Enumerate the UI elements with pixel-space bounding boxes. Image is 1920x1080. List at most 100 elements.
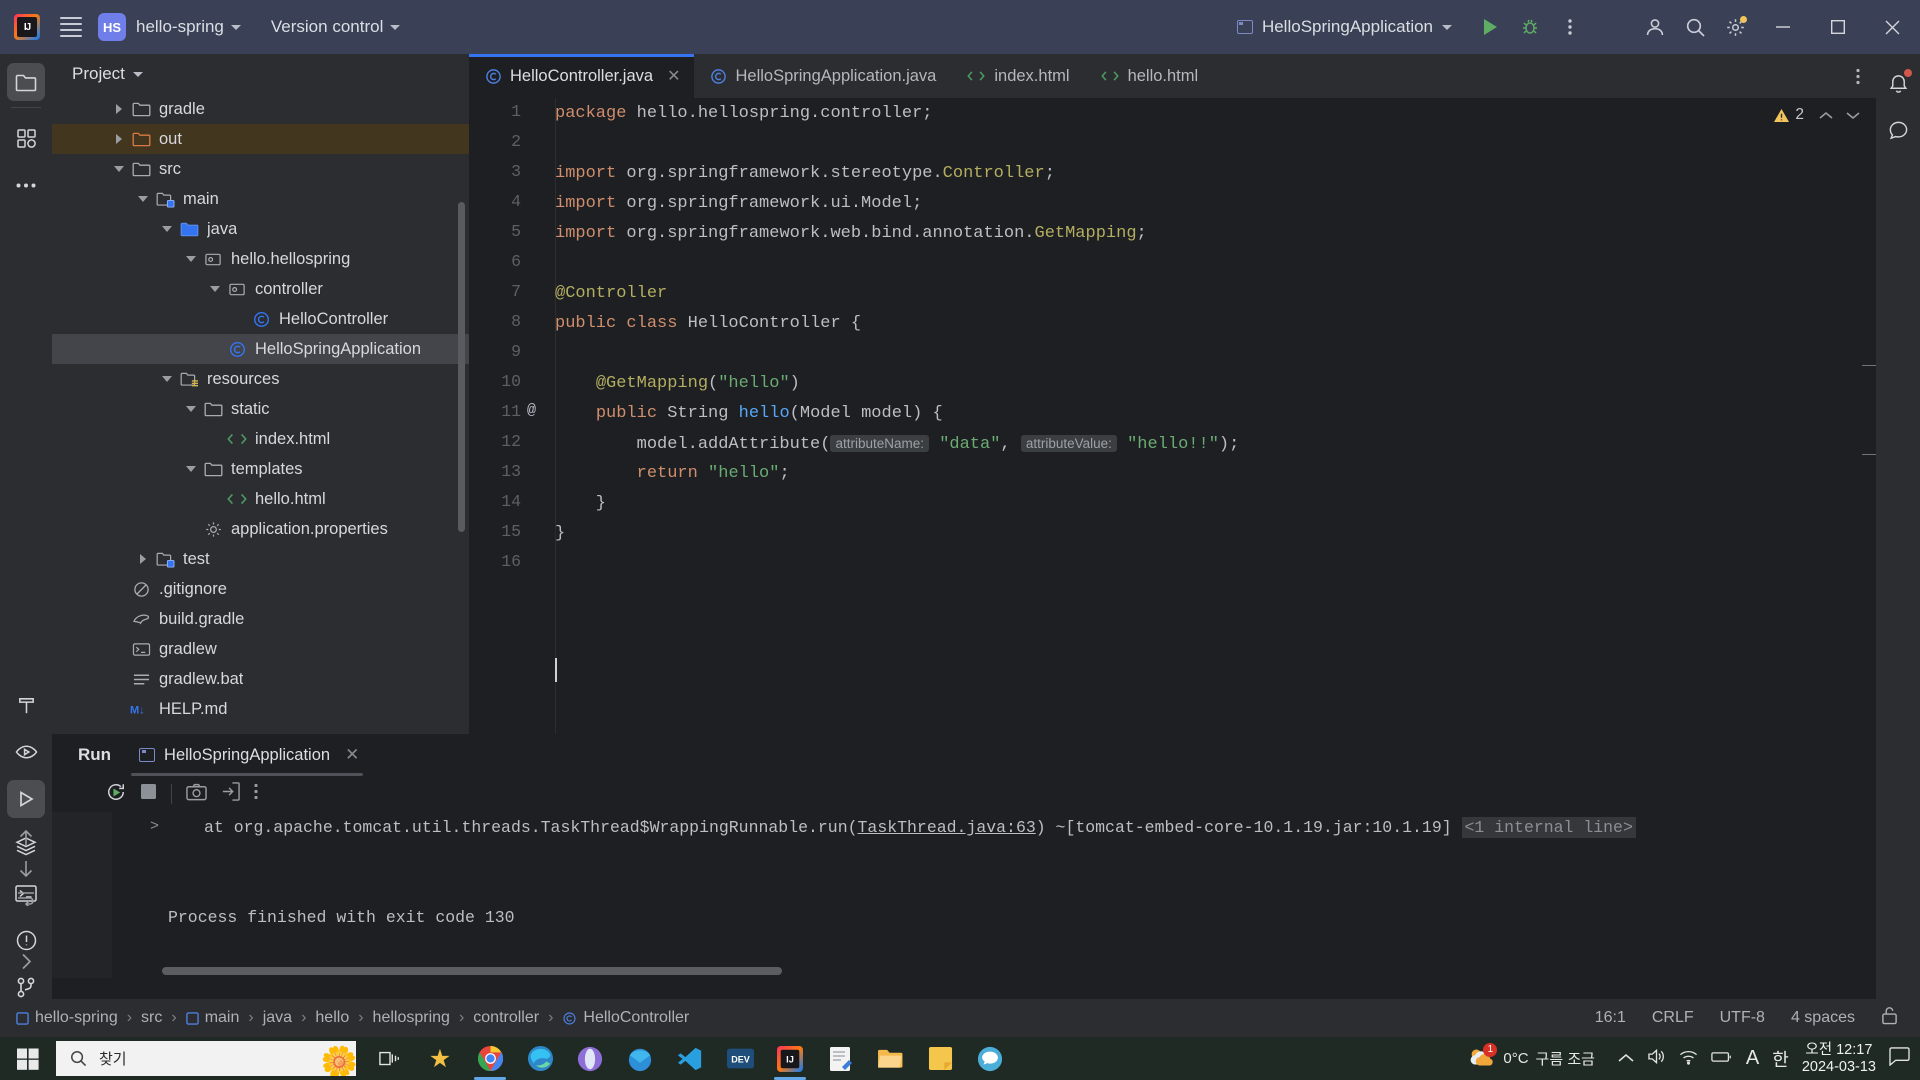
chevron-down-icon[interactable] xyxy=(156,226,178,232)
windows-start-icon[interactable] xyxy=(0,1037,56,1080)
sidebar-item-more[interactable] xyxy=(7,166,45,204)
run-console[interactable]: > at org.apache.tomcat.util.threads.Task… xyxy=(52,812,1876,978)
ime-letter-a-icon[interactable]: A xyxy=(1746,1047,1759,1070)
notifications-icon[interactable] xyxy=(1879,64,1917,102)
code-line-5[interactable]: import org.springframework.web.bind.anno… xyxy=(555,219,1876,249)
indent-setting[interactable]: 4 spaces xyxy=(1791,1009,1855,1027)
tree-item-src[interactable]: src xyxy=(52,154,469,184)
tree-item-gradlew-bat[interactable]: gradlew.bat xyxy=(52,664,469,694)
tree-item-index-html[interactable]: index.html xyxy=(52,424,469,454)
sidebar-item-project[interactable] xyxy=(7,63,45,101)
tree-item-out[interactable]: out xyxy=(52,124,469,154)
project-panel-header[interactable]: Project xyxy=(52,54,469,94)
notification-bubble-icon[interactable] xyxy=(1889,1047,1910,1070)
code-line-6[interactable] xyxy=(555,249,1876,279)
microsoft-edge-icon[interactable] xyxy=(516,1037,564,1080)
chevron-right-icon[interactable] xyxy=(108,104,130,114)
wifi-icon[interactable] xyxy=(1679,1049,1698,1069)
code-line-7[interactable]: @Controller xyxy=(555,279,1876,309)
tree-item-hello-html[interactable]: hello.html xyxy=(52,484,469,514)
kakaotalk-icon[interactable] xyxy=(966,1037,1014,1080)
tree-item-application-properties[interactable]: application.properties xyxy=(52,514,469,544)
run-tab-close-icon[interactable]: ✕ xyxy=(345,745,359,765)
tree-item-controller[interactable]: controller xyxy=(52,274,469,304)
code-line-12[interactable]: model.addAttribute(attributeName: "data"… xyxy=(555,429,1876,459)
tree-item-static[interactable]: static xyxy=(52,394,469,424)
editor-tabs-more-icon[interactable] xyxy=(1840,54,1876,98)
task-view-icon[interactable] xyxy=(366,1037,414,1080)
tree-item-hellocontroller[interactable]: HelloController xyxy=(52,304,469,334)
editor-tab-hello-html[interactable]: hello.html xyxy=(1084,54,1213,98)
tree-item-hellospringapplication[interactable]: HelloSpringApplication xyxy=(52,334,469,364)
inspection-widget[interactable]: 2 xyxy=(1773,106,1860,124)
tree-item-build-gradle[interactable]: build.gradle xyxy=(52,604,469,634)
line-separator[interactable]: CRLF xyxy=(1652,1009,1694,1027)
project-tree-scrollbar[interactable] xyxy=(458,202,465,532)
chevron-down-icon[interactable] xyxy=(180,466,202,472)
breadcrumb-item-hellospring[interactable]: hellospring xyxy=(373,1009,450,1027)
console-horizontal-scrollbar[interactable] xyxy=(162,967,782,975)
close-window-button[interactable] xyxy=(1865,0,1920,54)
code-line-10[interactable]: @GetMapping("hello") xyxy=(555,369,1876,399)
korean-ime-icon[interactable]: 한 xyxy=(1772,1046,1789,1072)
console-fold-marker[interactable]: > xyxy=(150,818,159,835)
ai-assistant-icon[interactable] xyxy=(1879,111,1917,149)
code-line-9[interactable] xyxy=(555,339,1876,369)
file-explorer-icon[interactable] xyxy=(866,1037,914,1080)
show-hidden-icons-chevron-up-icon[interactable] xyxy=(1618,1050,1634,1067)
editor-tab-index-html[interactable]: index.html xyxy=(950,54,1083,98)
internal-lines-badge[interactable]: <1 internal line> xyxy=(1461,817,1636,838)
tree-item-test[interactable]: test xyxy=(52,544,469,574)
editor-tab-hellocontroller-java[interactable]: HelloController.java ✕ xyxy=(469,54,695,98)
code-line-13[interactable]: return "hello"; xyxy=(555,459,1876,489)
debug-button[interactable] xyxy=(1510,7,1550,47)
vs-code-icon[interactable] xyxy=(666,1037,714,1080)
weather-widget[interactable]: 1 0°C 구름 조금 xyxy=(1466,1042,1595,1072)
unlocked-icon[interactable] xyxy=(1881,1006,1898,1030)
tree-item-hello-hellospring[interactable]: hello.hellospring xyxy=(52,244,469,274)
dev-app-icon[interactable]: DEV xyxy=(716,1037,764,1080)
sticky-notes-icon[interactable] xyxy=(916,1037,964,1080)
breadcrumb-item-hello[interactable]: hello xyxy=(315,1009,349,1027)
editor-tab-close-icon[interactable]: ✕ xyxy=(667,66,680,86)
export-button[interactable] xyxy=(221,782,240,806)
tree-item-gradle[interactable]: gradle xyxy=(52,94,469,124)
opera-browser-icon[interactable] xyxy=(566,1037,614,1080)
settings-gear-icon[interactable] xyxy=(1715,7,1755,47)
breadcrumb-item-java[interactable]: java xyxy=(263,1009,292,1027)
chevron-down-icon[interactable] xyxy=(180,256,202,262)
scroll-up-button[interactable] xyxy=(17,828,35,853)
rerun-button[interactable] xyxy=(106,782,126,807)
file-encoding[interactable]: UTF-8 xyxy=(1720,1009,1765,1027)
chevron-down-icon[interactable] xyxy=(156,376,178,382)
code-line-11[interactable]: public String hello(Model model) { xyxy=(555,399,1876,429)
run-config-chevron-down-icon[interactable] xyxy=(1442,24,1452,30)
code-editor[interactable]: 1 2 3 4 5 6 7 8 9 10 11 @12 13 14 15 16 package hello.h… xyxy=(469,98,1876,734)
expand-console-button[interactable] xyxy=(21,953,32,975)
tree-item-templates[interactable]: templates xyxy=(52,454,469,484)
intellij-idea-icon[interactable]: IJ xyxy=(766,1037,814,1080)
volume-speaker-icon[interactable] xyxy=(1647,1048,1666,1069)
code-line-14[interactable]: } xyxy=(555,489,1876,519)
more-actions-button[interactable] xyxy=(1550,7,1590,47)
notepad-icon[interactable] xyxy=(816,1037,864,1080)
scroll-down-button[interactable] xyxy=(17,859,35,884)
sidebar-item-run-anything[interactable] xyxy=(7,733,45,771)
stacktrace-link[interactable]: TaskThread.java:63 xyxy=(858,818,1036,837)
chevron-down-icon[interactable] xyxy=(204,286,226,292)
tree-item-gradlew[interactable]: gradlew xyxy=(52,634,469,664)
code-line-8[interactable]: public class HelloController { xyxy=(555,309,1876,339)
breadcrumb-item-main[interactable]: main xyxy=(185,1009,239,1027)
vcs-chevron-down-icon[interactable] xyxy=(390,24,401,30)
taskbar-clock[interactable]: 오전 12:17 2024-03-13 xyxy=(1802,1042,1876,1076)
account-icon[interactable] xyxy=(1635,7,1675,47)
fold-marker-method[interactable] xyxy=(1862,454,1876,455)
caret-position[interactable]: 16:1 xyxy=(1595,1009,1626,1027)
chevron-right-icon[interactable] xyxy=(108,134,130,144)
screenshot-button[interactable] xyxy=(186,783,207,806)
chevron-down-icon[interactable] xyxy=(108,166,130,172)
maximize-window-button[interactable] xyxy=(1810,0,1865,54)
breadcrumb[interactable]: hello-spring › src › main › java › hello › hellosp… xyxy=(0,1009,689,1027)
breadcrumb-item-hello-spring[interactable]: hello-spring xyxy=(16,1009,118,1027)
stop-button[interactable] xyxy=(140,783,157,805)
